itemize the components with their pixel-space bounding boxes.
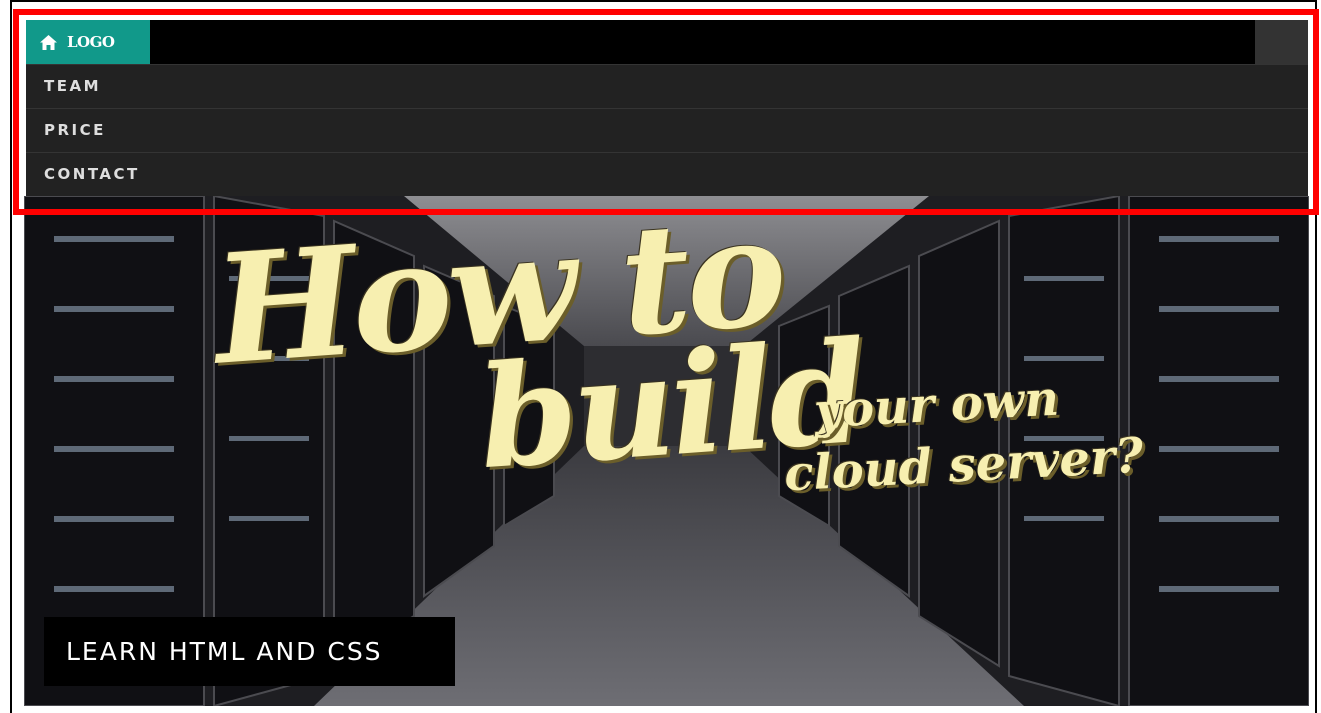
hero-caption: LEARN HTML AND CSS (44, 617, 455, 686)
nav-item-contact[interactable]: CONTACT (26, 152, 1308, 195)
nav-item-label: PRICE (44, 121, 106, 139)
home-icon (40, 34, 57, 50)
headline-your-own: your own (812, 370, 1061, 440)
nav-item-label: CONTACT (44, 165, 140, 183)
navbar: LOGO TEAM PRICE CONTACT (26, 20, 1308, 196)
hero-image: How to build your own cloud server? LEAR… (24, 196, 1309, 706)
nav-item-label: TEAM (44, 77, 102, 95)
menu-toggle-button[interactable] (1255, 20, 1308, 64)
logo-label: LOGO (67, 33, 115, 51)
logo-link[interactable]: LOGO (26, 20, 150, 64)
nav-item-price[interactable]: PRICE (26, 108, 1308, 151)
nav-item-team[interactable]: TEAM (26, 64, 1308, 107)
navbar-top: LOGO (26, 20, 1308, 64)
